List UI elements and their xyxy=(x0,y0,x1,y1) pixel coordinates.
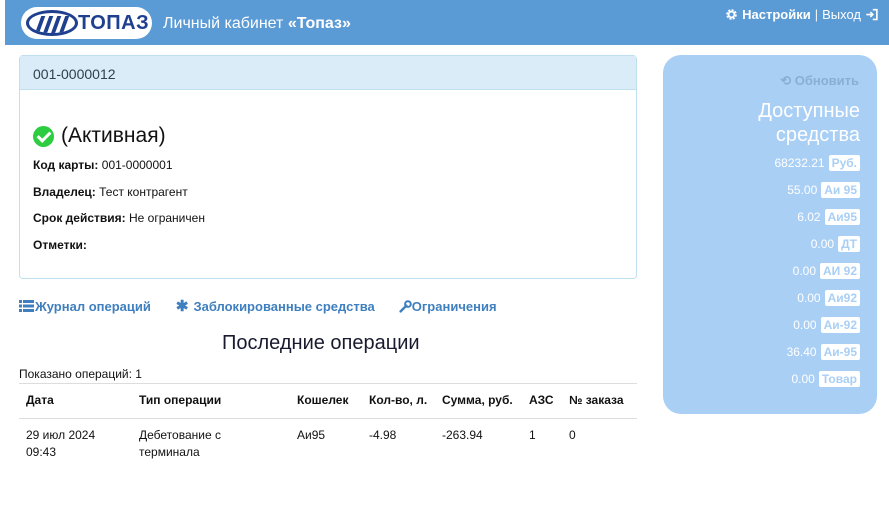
table-header-row: Дата Тип операции Кошелек Кол-во, л. Сум… xyxy=(19,383,637,419)
balance-unit-badge: Руб. xyxy=(828,155,860,171)
card-notes-label: Отметки: xyxy=(33,238,87,252)
balance-amount: 68232.21 xyxy=(774,156,825,170)
balance-amount: 55.00 xyxy=(787,183,818,197)
balance-row: 0.00 ДТ xyxy=(811,236,860,252)
card-validity-field: Срок действия: Не ограничен xyxy=(33,211,205,225)
cell-sum: -263.94 xyxy=(442,428,483,442)
column-header-date[interactable]: Дата xyxy=(19,383,132,419)
logout-link[interactable]: Выход xyxy=(822,7,861,22)
balance-unit-badge: ДТ xyxy=(838,236,860,252)
cell-type: Дебетование с терминала xyxy=(139,428,221,459)
card-code-field: Код карты: 001-0000001 xyxy=(33,158,173,172)
card-owner-value: Тест контрагент xyxy=(99,185,188,199)
blocked-funds-link-label: Заблокированные средства xyxy=(193,298,375,314)
balance-unit-badge: Аи 95 xyxy=(821,182,860,198)
balance-row: 0.00 Аи92 xyxy=(797,290,860,306)
operations-count: Показано операций: 1 xyxy=(19,367,142,381)
limits-link[interactable]: Ограничения xyxy=(399,297,497,315)
journal-link[interactable]: Журнал операций xyxy=(19,297,151,315)
balance-row: 6.02 Аи95 xyxy=(797,209,860,225)
card-info-panel: 001-0000012 (Активная) Код карты: 001-00… xyxy=(19,55,637,279)
table-row[interactable]: 29 июл 2024 09:43 Дебетование с терминал… xyxy=(19,419,637,470)
card-notes-field: Отметки: xyxy=(33,238,87,252)
balance-unit-badge: Аи95 xyxy=(824,209,860,225)
settings-link[interactable]: Настройки xyxy=(742,7,811,22)
available-funds-title: Доступные средства xyxy=(758,99,860,147)
card-owner-field: Владелец: Тест контрагент xyxy=(33,185,188,199)
limits-link-label: Ограничения xyxy=(411,298,497,314)
balance-amount: 6.02 xyxy=(797,210,821,224)
topaz-logo[interactable]: ТОПАЗ xyxy=(21,7,152,39)
balance-amount: 0.00 xyxy=(791,372,815,386)
list-icon xyxy=(19,300,34,312)
balance-amount: 0.00 xyxy=(792,264,817,278)
column-header-type[interactable]: Тип операции xyxy=(132,383,290,419)
column-header-quantity[interactable]: Кол-во, л. xyxy=(362,383,435,419)
cell-station: 1 xyxy=(529,428,536,442)
journal-link-label: Журнал операций xyxy=(35,298,151,314)
refresh-label: Обновить xyxy=(794,73,859,88)
card-owner-label: Владелец: xyxy=(33,185,96,199)
card-validity-value: Не ограничен xyxy=(128,211,205,225)
logo-text: ТОПАЗ xyxy=(78,12,150,34)
card-panel-title: 001-0000012 xyxy=(20,56,636,90)
operations-table: Дата Тип операции Кошелек Кол-во, л. Сум… xyxy=(19,383,637,469)
asterisk-icon: ✱ xyxy=(175,298,189,315)
cell-wallet: Аи95 xyxy=(297,428,326,442)
gear-icon xyxy=(726,9,737,20)
app-title-brand: «Топаз» xyxy=(287,15,351,32)
logout-icon[interactable] xyxy=(865,8,879,21)
column-header-wallet[interactable]: Кошелек xyxy=(290,383,362,419)
check-circle-icon xyxy=(33,125,54,147)
card-status: (Активная) xyxy=(33,124,166,148)
card-validity-label: Срок действия: xyxy=(33,211,126,225)
blocked-funds-link[interactable]: ✱ Заблокированные средства xyxy=(176,297,375,315)
balance-amount: 0.00 xyxy=(797,291,821,305)
top-nav-links: Настройки | Выход xyxy=(725,7,879,22)
recent-operations-title: Последние операции xyxy=(222,332,420,354)
balance-unit-badge: АИ 92 xyxy=(820,263,860,279)
balance-row: 68232.21 Руб. xyxy=(774,155,860,171)
balance-unit-badge: Аи-95 xyxy=(820,344,860,360)
balance-amount: 36.40 xyxy=(786,345,817,359)
card-code-label: Код карты: xyxy=(33,158,99,172)
balance-row: 0.00 АИ 92 xyxy=(793,263,860,279)
balance-row: 55.00 Аи 95 xyxy=(787,182,860,198)
refresh-button[interactable]: ⟲ Обновить xyxy=(780,73,859,89)
cell-date: 29 июл 2024 09:43 xyxy=(26,428,96,459)
refresh-icon: ⟲ xyxy=(780,73,792,88)
balance-unit-badge: Аи-92 xyxy=(820,317,860,333)
top-navbar: ТОПАЗ Личный кабинет «Топаз» Настройки |… xyxy=(5,0,889,45)
available-funds-title-line2: средства xyxy=(775,124,860,146)
column-header-station[interactable]: АЗС xyxy=(522,383,562,419)
available-funds-title-line1: Доступные xyxy=(758,100,860,122)
balance-amount: 0.00 xyxy=(810,237,835,251)
balance-unit-badge: Аи92 xyxy=(824,290,860,306)
wrench-icon xyxy=(399,299,412,313)
logo-emblem-icon xyxy=(26,10,78,36)
column-header-sum[interactable]: Сумма, руб. xyxy=(435,383,522,419)
column-header-order[interactable]: № заказа xyxy=(562,383,637,419)
available-funds-panel: ⟲ Обновить Доступные средства 68232.21 Ру… xyxy=(663,55,877,414)
app-title: Личный кабинет «Топаз» xyxy=(163,15,351,33)
card-action-links: Журнал операций ✱ Заблокированные средст… xyxy=(19,297,497,315)
balance-amount: 0.00 xyxy=(793,318,817,332)
cell-quantity: -4.98 xyxy=(369,428,397,442)
balance-row: 36.40 Аи-95 xyxy=(787,344,860,360)
app-title-prefix: Личный кабинет xyxy=(163,15,288,32)
balance-row: 0.00 Аи-92 xyxy=(793,317,860,333)
balance-unit-badge: Товар xyxy=(818,371,860,387)
cell-order: 0 xyxy=(569,428,576,442)
nav-separator: | xyxy=(814,7,819,22)
card-code-value: 001-0000001 xyxy=(101,158,173,172)
balance-row: 0.00 Товар xyxy=(791,371,860,387)
card-status-text: (Активная) xyxy=(61,124,166,147)
